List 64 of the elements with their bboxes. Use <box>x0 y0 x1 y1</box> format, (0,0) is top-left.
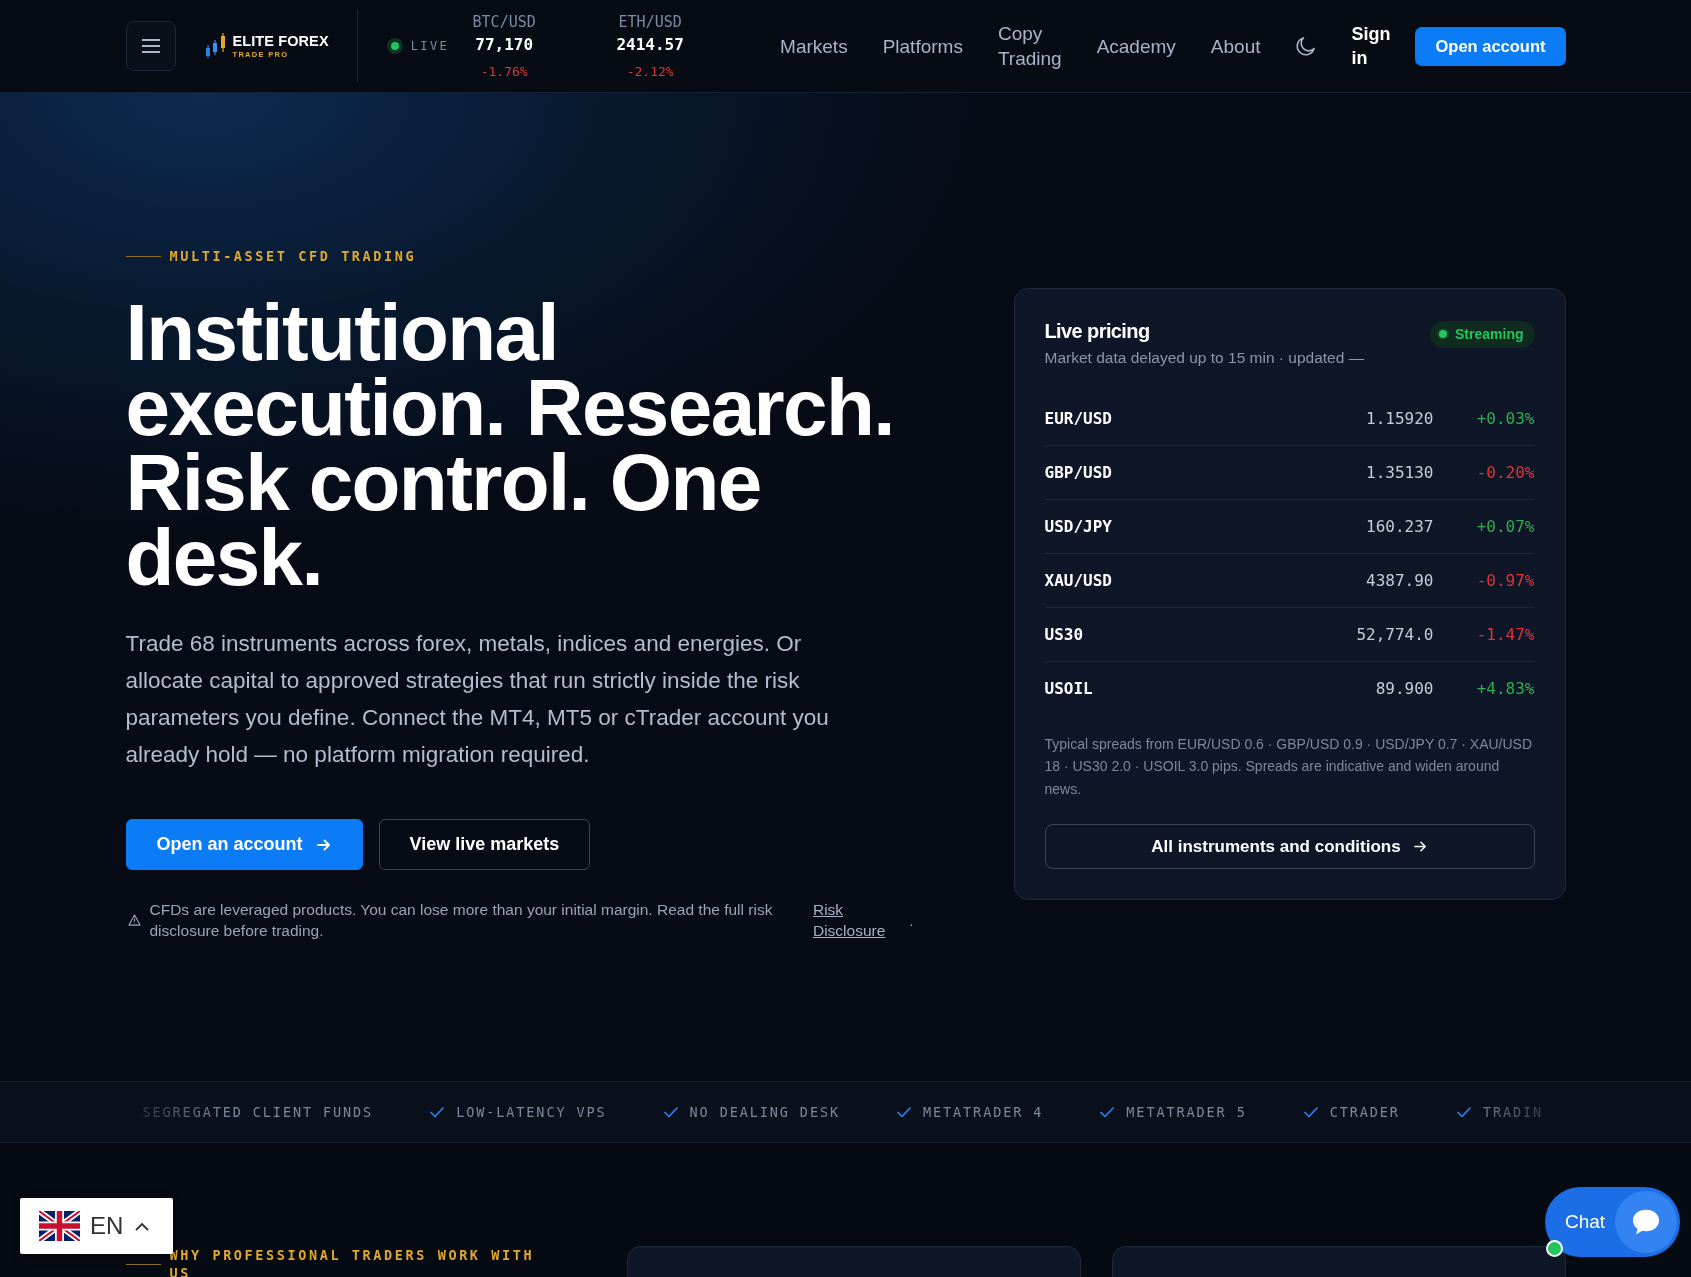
instrument-price: 1.15920 <box>1366 408 1434 428</box>
instrument-price: 1.35130 <box>1366 462 1434 482</box>
nav-link[interactable]: About <box>1210 33 1261 59</box>
flag-icon <box>39 1211 80 1241</box>
instrument-symbol: USD/JPY <box>1044 516 1112 536</box>
instrument-symbol: XAU/USD <box>1044 570 1112 590</box>
status-label: Streaming <box>1455 326 1524 343</box>
status-dot-icon <box>1437 328 1450 341</box>
nav-link[interactable]: Academy <box>1096 33 1176 59</box>
risk-disclaimer-text: CFDs are leveraged products. You can lose more than your initial margin. Read the full risk disclosure before trading. <box>149 900 774 941</box>
instrument-price: 160.237 <box>1366 516 1434 536</box>
hero-heading: Institutional execution. Research. Risk control. One desk. <box>125 295 895 595</box>
feature-label: METATRADER 4 <box>923 1104 1044 1120</box>
language-selector[interactable]: EN <box>20 1198 173 1254</box>
nav-link[interactable]: Platforms <box>882 33 963 59</box>
trailing-period: . <box>909 912 914 928</box>
card-title: Live pricing <box>1044 318 1151 344</box>
feature-label: METATRADER 5 <box>1126 1104 1247 1120</box>
card-subtitle: Market data delayed up to 15 min · updated — <box>1044 347 1365 368</box>
open-account-button[interactable]: Open account <box>1415 26 1566 66</box>
instrument-symbol: USOIL <box>1044 678 1093 698</box>
warning-icon <box>127 914 141 926</box>
feature-label: TRADIN <box>1482 1104 1544 1120</box>
sign-in-link[interactable]: Sign in <box>1351 22 1391 70</box>
price-change: +0.03% <box>1476 408 1535 428</box>
instrument-symbol: US30 <box>1044 624 1084 644</box>
feature-label: NO DEALING DESK <box>689 1104 840 1120</box>
speech-bubble-icon <box>1615 1191 1677 1253</box>
ticker-price: 2414.57 <box>616 33 684 56</box>
price-change: +4.83% <box>1476 678 1535 698</box>
price-change: -0.20% <box>1476 462 1535 482</box>
open-an-account-button[interactable]: Open an account <box>125 819 363 870</box>
price-change: +0.07% <box>1476 516 1535 536</box>
price-change: -1.47% <box>1476 624 1535 644</box>
chat-button[interactable]: Chat <box>1545 1187 1680 1257</box>
caret-up-icon <box>135 1221 150 1231</box>
instrument-symbol: GBP/USD <box>1044 462 1112 482</box>
ticker-change: -2.12% <box>626 63 674 80</box>
menu-icon <box>141 39 160 53</box>
all-instruments-button[interactable]: All instruments and conditions <box>1044 824 1535 870</box>
candlestick-logo-icon <box>204 33 227 59</box>
ticker-symbol: ETH/USD <box>618 12 682 31</box>
eyebrow-text: MULTI-ASSET CFD TRADING <box>169 247 417 265</box>
moon-icon[interactable] <box>1295 35 1317 57</box>
view-markets-button[interactable]: View live markets <box>378 819 591 870</box>
nav-link[interactable]: Copy Trading <box>997 21 1062 71</box>
risk-disclosure-link[interactable]: Risk Disclosure <box>812 899 886 941</box>
instrument-price: 52,774.0 <box>1356 624 1434 644</box>
feature-label: CTRADER <box>1329 1104 1400 1120</box>
ticker-symbol: BTC/USD <box>472 12 536 31</box>
instrument-price: 4387.90 <box>1366 570 1434 590</box>
instrument-symbol: EUR/USD <box>1044 408 1112 428</box>
nav-link[interactable]: Markets <box>780 33 848 59</box>
spreads-note: Typical spreads from EUR/USD 0.6 · GBP/USD 0.9 · USD/JPY 0.7 · XAU/USD 18 · US30 2.0 · USOIL 3.0 pips. Spreads are indicative and widen around news. <box>1044 734 1534 799</box>
live-label: LIVE <box>410 39 450 53</box>
ticker-price: 77,170 <box>475 33 534 56</box>
ticker-change: -1.76% <box>480 63 528 80</box>
live-status-icon <box>386 38 403 54</box>
hero-description: Trade 68 instruments across forex, metals, indices and energies. Or allocate capital to approved strategies that run strictly inside the risk parameters you define. Connect the MT4, MT5 or cTrader account you already hold — no platform migration required. <box>125 630 830 769</box>
brand-name: ELITE FOREX <box>232 33 329 50</box>
feature-label: LOW-LATENCY VPS <box>456 1104 607 1120</box>
instrument-price: 89.900 <box>1375 678 1434 698</box>
menu-button[interactable] <box>125 21 176 71</box>
price-change: -0.97% <box>1476 570 1535 590</box>
